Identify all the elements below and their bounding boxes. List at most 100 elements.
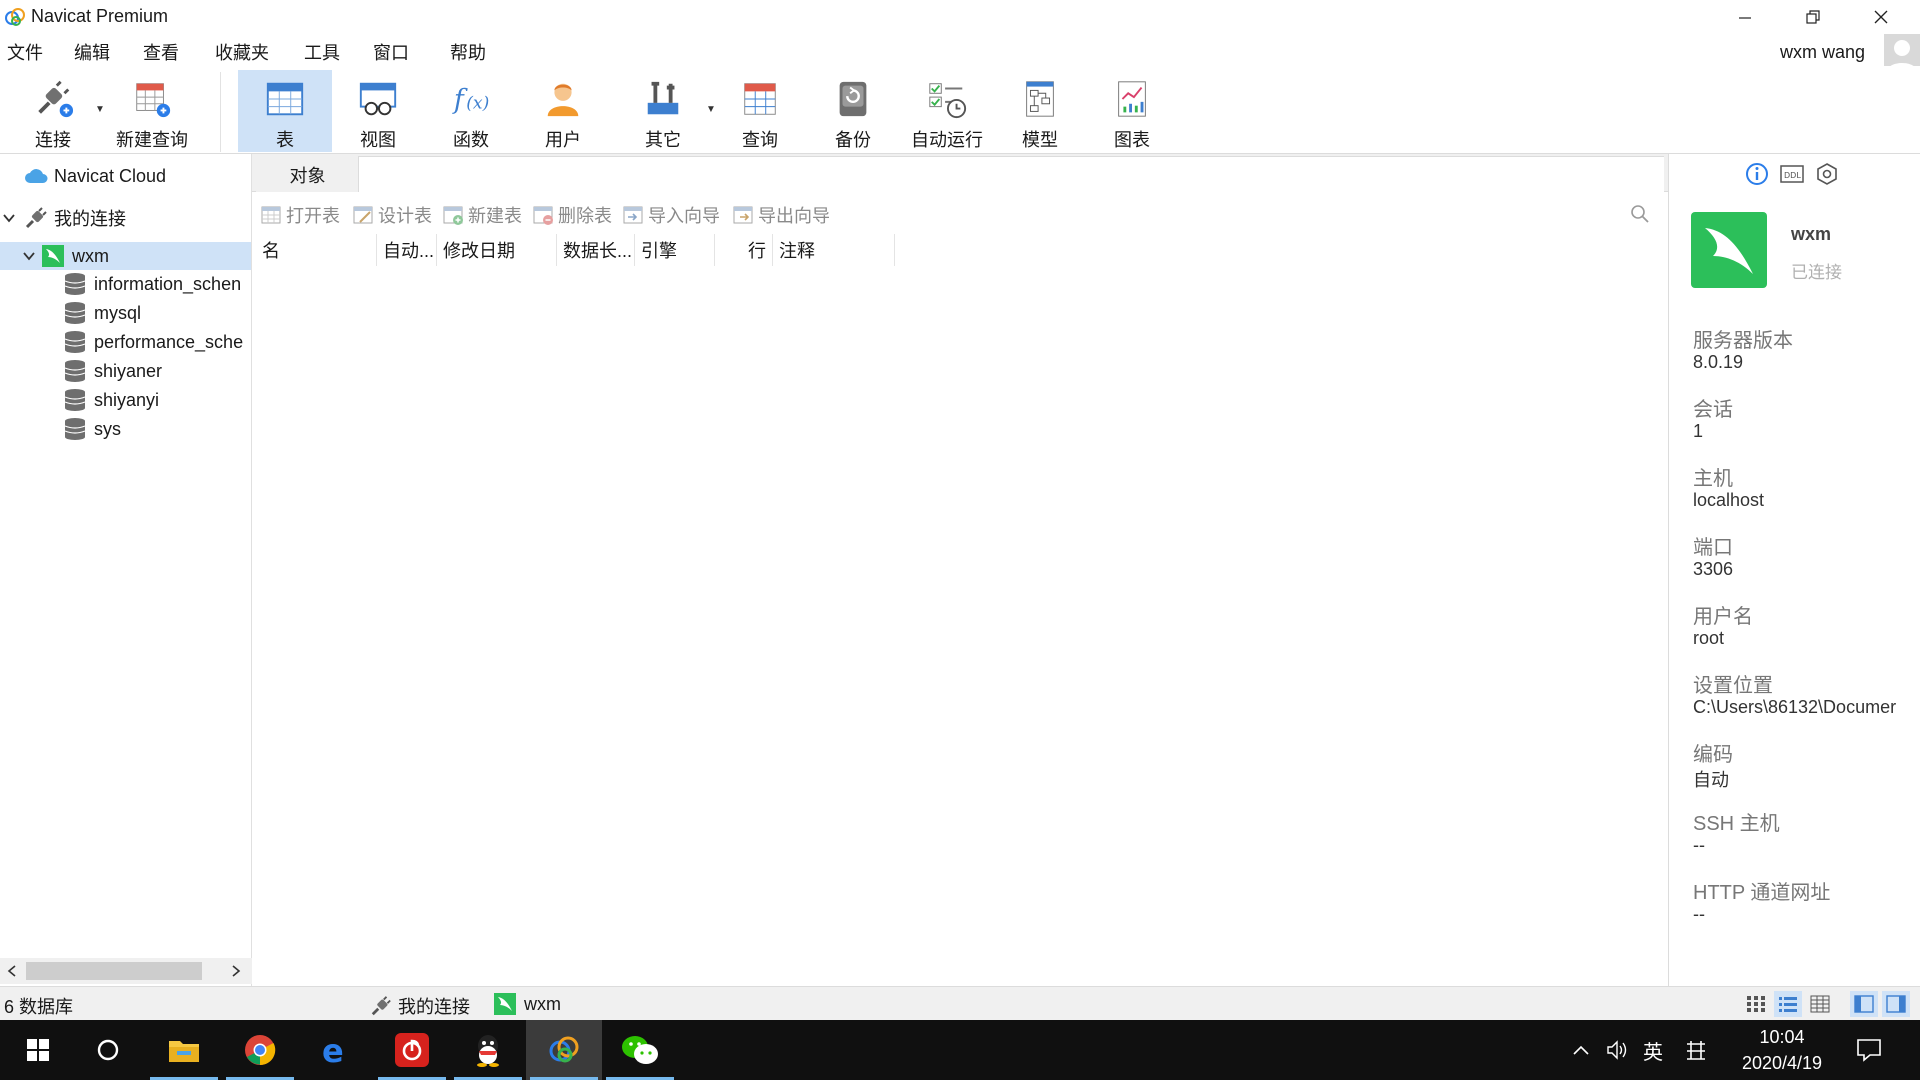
navicat-logo-icon	[5, 8, 25, 26]
column-comment[interactable]: 注释	[773, 234, 895, 266]
tray-ime-mode[interactable]	[1685, 1020, 1707, 1080]
taskbar-wechat[interactable]	[602, 1020, 678, 1080]
auto-run-button[interactable]: 自动运行	[906, 70, 988, 152]
navicat-taskbar-icon	[549, 1036, 579, 1063]
new-table-label: 新建表	[468, 206, 522, 226]
menu-edit[interactable]: 编辑	[74, 39, 110, 65]
cloud-icon	[25, 169, 48, 183]
cortana-search-button[interactable]	[70, 1020, 146, 1080]
open-table-icon	[261, 206, 281, 224]
menu-favorites[interactable]: 收藏夹	[215, 39, 269, 65]
connect-button[interactable]: 连接	[20, 70, 86, 152]
svg-text:DDL: DDL	[1784, 171, 1801, 180]
view-glasses-icon	[359, 82, 397, 116]
toggle-nav-pane-button[interactable]	[1850, 991, 1878, 1017]
menu-help[interactable]: 帮助	[450, 39, 486, 65]
taskbar-netease-music[interactable]	[374, 1020, 450, 1080]
database-icon	[64, 302, 86, 324]
column-name[interactable]: 名	[256, 234, 377, 266]
tree-item-database[interactable]: information_schen	[0, 270, 252, 298]
connect-dropdown-icon[interactable]: ▼	[95, 104, 105, 115]
column-data-length[interactable]: 数据长...	[557, 234, 635, 266]
column-modified-date[interactable]: 修改日期	[437, 234, 557, 266]
taskbar-qq[interactable]	[450, 1020, 526, 1080]
new-table-icon	[443, 206, 463, 225]
tree-item-wxm[interactable]: wxm	[0, 242, 252, 270]
list-view-icon	[1779, 997, 1797, 1012]
view-button[interactable]: 视图	[340, 70, 416, 152]
ddl-icon[interactable]: DDL	[1779, 162, 1805, 186]
close-button[interactable]	[1849, 0, 1913, 34]
column-auto-increment[interactable]: 自动...	[377, 234, 437, 266]
tree-item-database[interactable]: sys	[0, 415, 252, 443]
open-table-button[interactable]: 打开表	[260, 202, 340, 228]
start-button[interactable]	[0, 1020, 76, 1080]
other-label: 其它	[645, 130, 681, 150]
settings-hexagon-icon[interactable]	[1815, 162, 1839, 186]
taskbar-chrome[interactable]	[222, 1020, 298, 1080]
new-table-button[interactable]: 新建表	[442, 202, 522, 228]
function-button[interactable]: f (x) 函数	[433, 70, 509, 152]
scroll-left-icon[interactable]	[6, 964, 18, 978]
restore-icon	[1806, 10, 1820, 24]
design-table-button[interactable]: 设计表	[352, 202, 432, 228]
chart-icon	[1118, 81, 1146, 117]
tree-item-database[interactable]: performance_sche	[0, 328, 252, 356]
toggle-info-pane-button[interactable]	[1882, 991, 1910, 1017]
info-label-host: 主机	[1693, 468, 1733, 490]
list-view-button[interactable]	[1774, 991, 1802, 1017]
taskbar-clock[interactable]: 10:04 2020/4/19	[1720, 1024, 1844, 1076]
info-icon[interactable]	[1745, 162, 1769, 186]
new-query-button[interactable]: 新建查询	[112, 70, 192, 152]
chevron-down-icon[interactable]	[22, 249, 36, 263]
menu-window[interactable]: 窗口	[373, 39, 409, 65]
auto-run-icon	[929, 83, 967, 119]
nav-horizontal-scrollbar[interactable]	[0, 958, 252, 984]
chart-label: 图表	[1114, 130, 1150, 150]
menu-tools[interactable]: 工具	[304, 39, 340, 65]
tree-item-database[interactable]: mysql	[0, 299, 252, 327]
detail-view-button[interactable]	[1806, 991, 1834, 1017]
tree-item-database[interactable]: shiyaner	[0, 357, 252, 385]
other-dropdown-icon[interactable]: ▼	[706, 104, 716, 115]
scroll-thumb[interactable]	[26, 962, 202, 980]
taskbar-file-explorer[interactable]	[146, 1020, 222, 1080]
other-button[interactable]: 其它	[625, 70, 701, 152]
action-center-button[interactable]	[1856, 1020, 1882, 1080]
tab-objects[interactable]: 对象	[256, 156, 360, 193]
cortana-circle-icon	[97, 1039, 119, 1061]
menu-file[interactable]: 文件	[7, 39, 43, 65]
import-wizard-button[interactable]: 导入向导	[622, 202, 720, 228]
delete-table-button[interactable]: 删除表	[532, 202, 612, 228]
table-button[interactable]: 表	[238, 70, 332, 152]
search-icon[interactable]	[1630, 204, 1650, 224]
column-engine[interactable]: 引擎	[635, 234, 715, 266]
tray-volume[interactable]	[1606, 1020, 1630, 1080]
taskbar-navicat[interactable]	[526, 1020, 602, 1080]
tree-item-my-connections[interactable]: 我的连接	[0, 204, 252, 232]
taskbar-edge[interactable]: e	[298, 1020, 374, 1080]
tree-item-navicat-cloud[interactable]: Navicat Cloud	[0, 162, 252, 190]
info-value-http-tunnel: --	[1693, 904, 1705, 924]
user-name[interactable]: wxm wang	[1780, 42, 1865, 63]
minimize-button[interactable]	[1713, 0, 1777, 34]
model-button[interactable]: 模型	[1002, 70, 1078, 152]
user-button[interactable]: 用户	[525, 70, 601, 152]
query-button[interactable]: 查询	[722, 70, 798, 152]
export-wizard-button[interactable]: 导出向导	[732, 202, 830, 228]
backup-button[interactable]: 备份	[815, 70, 891, 152]
grid-view-button[interactable]	[1742, 991, 1770, 1017]
chevron-down-icon[interactable]	[2, 211, 16, 225]
chart-button[interactable]: 图表	[1094, 70, 1170, 152]
tree-item-database[interactable]: shiyanyi	[0, 386, 252, 414]
restore-button[interactable]	[1781, 0, 1845, 34]
view-buttons-spacer	[1838, 991, 1846, 1017]
menu-view[interactable]: 查看	[143, 39, 179, 65]
tray-show-hidden[interactable]	[1572, 1020, 1590, 1080]
detail-view-icon	[1810, 995, 1830, 1013]
scroll-right-icon[interactable]	[230, 964, 242, 978]
info-value-port: 3306	[1693, 559, 1734, 579]
tray-ime[interactable]: 英	[1643, 1020, 1663, 1080]
column-rows[interactable]: 行	[715, 234, 773, 266]
tree-item-label: sys	[94, 418, 121, 439]
